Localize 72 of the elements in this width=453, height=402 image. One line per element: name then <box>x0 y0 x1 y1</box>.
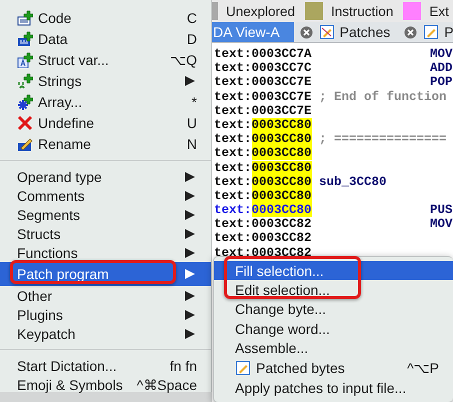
struct-icon <box>17 52 33 68</box>
close-icon[interactable] <box>404 26 418 38</box>
menu-item[interactable]: Structs <box>0 224 211 243</box>
menu-item[interactable]: Operand type <box>0 167 211 186</box>
instruction-mnemonic: MOV <box>430 217 453 232</box>
tab[interactable]: Patches <box>316 22 404 42</box>
strings-icon <box>17 72 33 88</box>
code-icon <box>17 10 33 26</box>
shortcut-label: fn fn <box>170 358 197 374</box>
close-icon[interactable] <box>300 26 313 38</box>
shortcut-label: ⌥Q <box>170 52 197 68</box>
line-address: text:0003CC80 <box>214 188 313 204</box>
menu-item[interactable]: Start Dictation... fn fn <box>0 356 211 375</box>
legend-label: Unexplored <box>226 4 296 18</box>
menu-item[interactable]: Segments <box>0 205 211 224</box>
shortcut-label: C <box>186 10 197 26</box>
line-address: text:0003CC80 <box>214 160 313 175</box>
line-address: text:0003CC7E <box>214 75 313 90</box>
menu-item[interactable]: Plugins <box>0 305 211 324</box>
pencil-icon <box>423 24 440 40</box>
shortcut-label: * <box>192 94 197 110</box>
menu-item[interactable]: Change byte... <box>214 300 453 320</box>
pencil-icon <box>235 360 251 376</box>
menu-item[interactable]: Patched bytes ^⌥P <box>214 358 453 378</box>
instruction-mnemonic: POP <box>430 75 453 90</box>
line-address: text:0003CC7C <box>214 61 313 76</box>
shortcut-label: N <box>186 136 197 152</box>
menu-item[interactable]: Edit selection... <box>214 280 453 300</box>
line-address: text:0003CC80 <box>214 174 313 189</box>
line-address: text:0003CC80 <box>214 118 313 132</box>
line-address: text:0003CC7E <box>214 90 313 104</box>
shortcut-label: D <box>186 30 197 46</box>
shortcut-label: ^⌘Space <box>136 376 197 392</box>
line-address: text:0003CC82 <box>214 217 313 232</box>
tab[interactable]: P <box>421 22 453 42</box>
tab[interactable]: DA View-A <box>212 22 294 42</box>
menu-item[interactable]: Struct var... ⌥Q <box>0 49 211 70</box>
shortcut-label: U <box>186 114 197 130</box>
line-address: text:0003CC82 <box>214 231 313 246</box>
instruction-mnemonic: MOV <box>430 47 453 62</box>
line-address: text:0003CC7E <box>214 104 313 118</box>
menu-item[interactable]: Strings <box>0 70 211 91</box>
code-comment: ; =============== <box>319 132 447 146</box>
code-comment: ; End of function <box>319 90 447 104</box>
menu-item[interactable]: Array... * <box>0 91 211 112</box>
legend-label: Ext <box>429 4 449 18</box>
menu-item[interactable]: Assemble... <box>214 338 453 358</box>
function-label: sub_3CC80 <box>319 174 387 189</box>
line-address: text:0003CC80 <box>214 203 313 218</box>
pencil-icon <box>318 24 335 40</box>
asterisk-icon <box>17 94 33 110</box>
menu-item[interactable]: Comments <box>0 186 211 205</box>
menu-item[interactable]: Undefine U <box>0 112 211 133</box>
menu-item[interactable]: Data D <box>0 28 211 49</box>
instruction-mnemonic: PUS <box>430 203 453 218</box>
line-address: text:0003CC82 <box>214 246 313 260</box>
shortcut-label: ^⌥P <box>407 360 439 376</box>
menu-item[interactable]: Code C <box>0 7 211 28</box>
line-address: text:0003CC80 <box>214 132 313 146</box>
menu-item[interactable]: Other <box>0 286 211 305</box>
close-icon <box>17 114 33 130</box>
instruction-mnemonic: ADD <box>430 61 453 76</box>
menu-item[interactable]: Change word... <box>214 319 453 339</box>
menu-item[interactable]: Apply patches to input file... <box>214 378 453 398</box>
menu-item[interactable]: Rename N <box>0 133 211 154</box>
legend-label: Instruction <box>331 4 394 18</box>
menu-item[interactable]: Emoji & Symbols ^⌘Space <box>0 375 211 394</box>
menu-item[interactable]: Keypatch <box>0 324 211 343</box>
line-address: text:0003CC80 <box>214 146 313 160</box>
line-address: text:0003CC7A <box>214 47 313 62</box>
menu-item[interactable]: Fill selection... <box>214 261 453 280</box>
data-icon <box>17 30 33 46</box>
